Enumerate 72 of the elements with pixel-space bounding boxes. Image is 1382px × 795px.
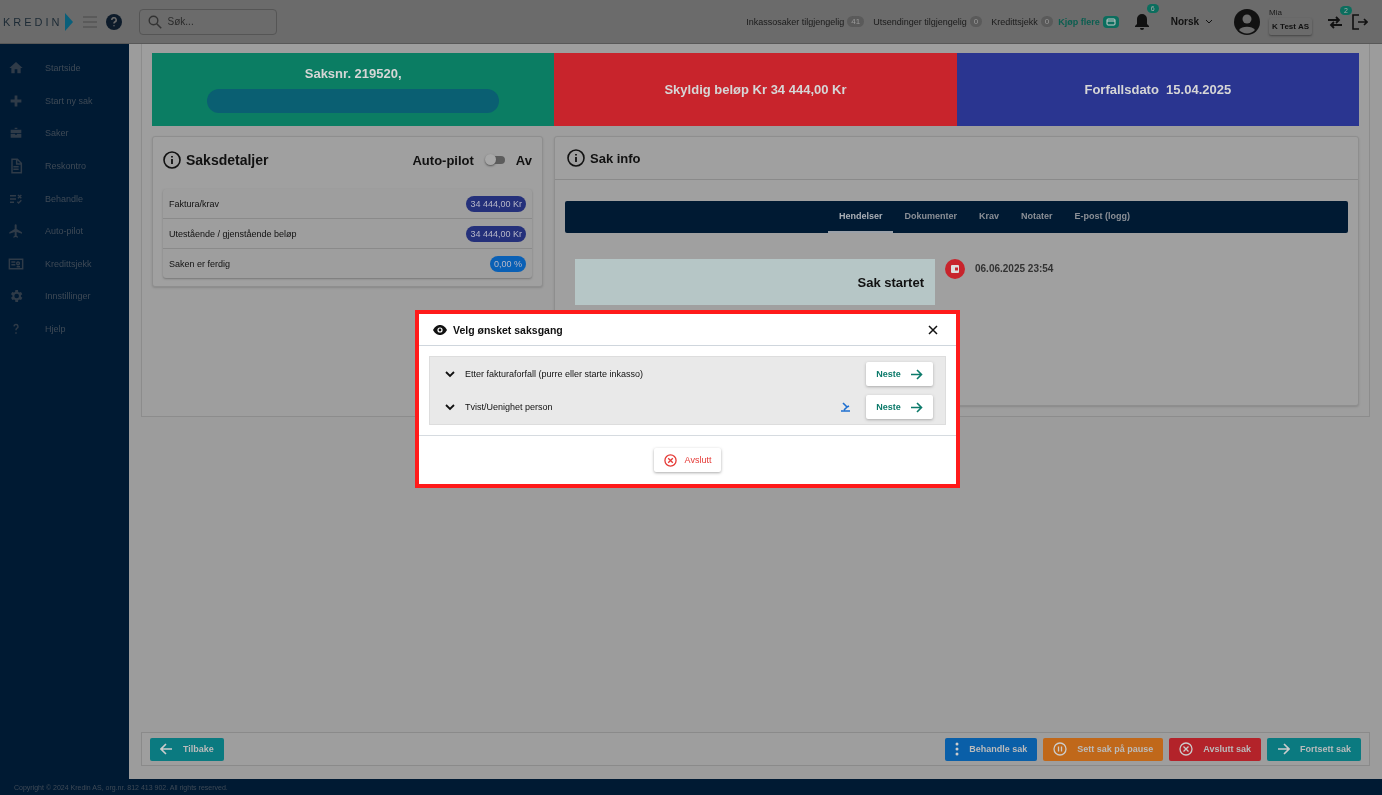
gear-icon	[8, 288, 24, 305]
document-icon	[8, 158, 24, 175]
next-button[interactable]: Neste	[866, 395, 933, 419]
counter-label: Kredittsjekk	[991, 16, 1038, 27]
sidebar-item[interactable]: Kredittsjekk	[0, 247, 129, 281]
wallet-icon	[945, 259, 965, 279]
company-button[interactable]: K Test AS	[1269, 18, 1312, 35]
bell-icon[interactable]	[1133, 12, 1150, 31]
logout-icon[interactable]	[1352, 13, 1368, 30]
arrow-right-icon	[910, 401, 923, 413]
arrow-left-icon	[160, 743, 173, 755]
option-label: Etter fakturaforfall (purre eller starte inkasso)	[465, 369, 644, 379]
arrow-right-icon	[1276, 743, 1290, 755]
summary-text: Skyldig beløp Kr 34 444,00 Kr	[664, 82, 847, 97]
autopilot-label: Auto-pilot	[412, 152, 474, 168]
action-button[interactable]: Fortsett sak	[1266, 737, 1361, 761]
help-icon[interactable]	[105, 13, 122, 30]
sidebar-item[interactable]: Startside	[0, 52, 129, 85]
toggle-state-text: Av	[515, 152, 532, 168]
info-icon	[163, 151, 181, 169]
back-button[interactable]: Tilbake	[150, 737, 224, 761]
chevron-icon[interactable]	[445, 403, 455, 411]
action-button[interactable]: Avslutt sak	[1169, 737, 1261, 761]
pause-icon	[1053, 742, 1068, 756]
summary-text: Saksnr. 219520,	[304, 66, 402, 81]
card-title: Sak info	[590, 150, 641, 166]
caret-icon	[1205, 19, 1214, 24]
autopilot-toggle[interactable]	[486, 156, 505, 164]
event-title: Sak startet	[857, 274, 924, 290]
cancel-circle-icon	[663, 453, 677, 467]
language-dropdown[interactable]: Norsk	[1164, 15, 1220, 28]
chevron-icon[interactable]	[445, 370, 455, 378]
tab[interactable]: E-post (logg)	[1063, 201, 1142, 233]
summary-text: Forfallsdato 15.04.2025	[1084, 82, 1232, 97]
buy-more-link[interactable]: Kjøp flere	[1058, 16, 1100, 27]
arrow-right-icon	[910, 368, 923, 380]
counter-label: Utsendinger tilgjengelig	[873, 16, 967, 27]
card-title: Saksdetaljer	[186, 152, 269, 168]
dialog-title: Velg ønsket saksgang	[453, 323, 563, 336]
event-time: 06.06.2025 23:54	[975, 263, 1054, 274]
avatar-icon[interactable]	[1234, 8, 1261, 35]
next-button[interactable]: Neste	[866, 362, 933, 386]
detail-label: Faktura/krav	[169, 198, 219, 209]
cancel-button[interactable]: Avslutt	[653, 448, 722, 472]
more-icon	[955, 742, 960, 756]
card-icon	[1102, 15, 1119, 28]
search-icon	[147, 14, 162, 29]
info-icon	[567, 149, 585, 167]
user-name: Mia	[1269, 8, 1282, 17]
sidebar-item[interactable]: Reskontro	[0, 149, 129, 183]
counter-label: Inkassosaker tilgjengelig	[746, 16, 845, 27]
value-badge: 34 444,00 Kr	[466, 225, 526, 242]
tab[interactable]: Dokumenter	[893, 201, 968, 233]
airplane-icon	[8, 223, 24, 240]
logo[interactable]: KREDIN	[3, 11, 74, 32]
eye-icon	[433, 324, 447, 335]
search-field[interactable]: Søk...	[138, 8, 277, 35]
action-button[interactable]: Sett sak på pause	[1043, 737, 1164, 761]
sidebar-item[interactable]: Innstillinger	[0, 280, 129, 313]
option-label: Tvist/Uenighet person	[465, 402, 553, 412]
close-icon[interactable]	[928, 324, 938, 335]
value-badge: 34 444,00 Kr	[466, 195, 526, 212]
swap-icon[interactable]	[1327, 14, 1343, 29]
detail-label: Utestående / gjenstående beløp	[169, 228, 297, 239]
tab[interactable]: Krav	[968, 201, 1010, 233]
detail-label: Saken er ferdig	[169, 258, 231, 269]
tab[interactable]: Notater	[1010, 201, 1064, 233]
tab[interactable]: Hendelser	[827, 201, 894, 233]
cancel-circle-icon	[1179, 742, 1194, 756]
value-badge: 0,00 %	[489, 255, 526, 272]
sidebar-item[interactable]: Auto-pilot	[0, 214, 129, 248]
action-button[interactable]: Behandle sak	[945, 737, 1038, 761]
